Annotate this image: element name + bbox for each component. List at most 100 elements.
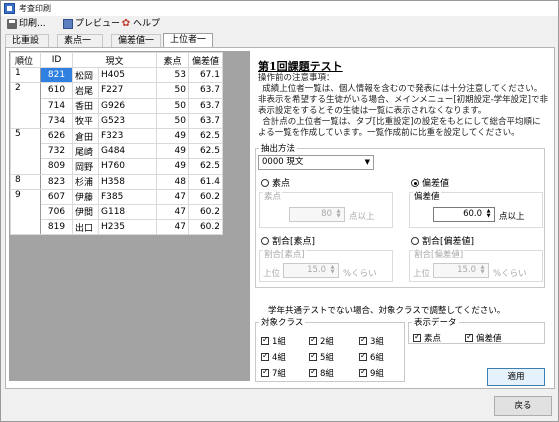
cell-name: 出口: [72, 219, 99, 236]
ratio-score-value: 15.0: [307, 265, 326, 275]
checkbox-class-1[interactable]: 1組: [261, 335, 286, 347]
table-row[interactable]: 1 821 松岡 H405 53 67.1: [10, 67, 223, 84]
ratio-deviation-input[interactable]: 15.0 ▲ ▼: [433, 263, 489, 278]
cell-subject: H235: [98, 219, 157, 236]
table-row[interactable]: 809 岡野 H760 49 62.5: [11, 158, 223, 175]
col-deviation[interactable]: 偏差値: [188, 51, 223, 69]
table-row[interactable]: 2 610 岩尾 F227 50 63.7: [10, 82, 223, 129]
score-threshold-value: 80: [321, 209, 332, 219]
cell-id: 821: [40, 67, 73, 84]
test-title: 第1回課題テスト: [258, 60, 343, 73]
cell-name: 伊藤: [72, 188, 99, 205]
cell-score: 50: [156, 82, 189, 99]
cell-score: 47: [156, 188, 189, 205]
cell-id: 607: [40, 188, 73, 205]
checkbox-class-5[interactable]: 5組: [309, 351, 334, 363]
radio-deviation[interactable]: 偏差値: [411, 176, 449, 189]
checkbox-display-score[interactable]: 素点: [413, 332, 441, 344]
help-icon: ✿: [121, 17, 131, 29]
ratio-deviation-top-label: 上位: [413, 269, 431, 279]
table-row[interactable]: 9 607 伊藤 F385 47 60.2: [10, 188, 223, 236]
radio-ratio-deviation-indicator: [411, 237, 419, 245]
tab-deviation[interactable]: 偏差値一覧: [111, 34, 161, 59]
menu-help[interactable]: ✿ ヘルプ: [121, 17, 160, 31]
cell-rank: 8: [10, 173, 41, 190]
col-rank[interactable]: 順位: [10, 51, 41, 69]
checkbox-class-4[interactable]: 4組: [261, 351, 286, 363]
checkbox-class-8[interactable]: 8組: [309, 367, 334, 379]
checkbox-class-6[interactable]: 6組: [359, 351, 384, 363]
class-6-label: 6組: [370, 353, 384, 363]
checkbox-display-deviation[interactable]: 偏差値: [465, 332, 502, 344]
table-row[interactable]: 734 牧平 G523 50 63.7: [11, 112, 223, 129]
cell-score: 49: [156, 127, 189, 145]
col-score[interactable]: 素点: [156, 51, 189, 69]
checkbox-indicator: [309, 351, 317, 361]
spinner-icon[interactable]: ▲ ▼: [478, 265, 487, 276]
radio-ratio-score-label: 割合[素点]: [272, 237, 316, 247]
ratio-score-input[interactable]: 15.0 ▲ ▼: [283, 263, 339, 278]
cell-id: 626: [40, 127, 73, 145]
radio-score-label: 素点: [272, 179, 291, 189]
table-row[interactable]: 5 626 倉田 F323 49 62.5: [10, 127, 223, 175]
tab-weight[interactable]: 比重設定: [5, 34, 49, 59]
radio-ratio-score[interactable]: 割合[素点]: [261, 234, 315, 247]
col-id[interactable]: ID: [40, 51, 73, 69]
cell-deviation: 63.7: [188, 112, 223, 129]
score-suffix: 点以上: [349, 212, 375, 222]
table-row[interactable]: 8 823 杉浦 H358 48 61.4: [10, 173, 223, 190]
cell-deviation: 62.5: [188, 127, 223, 145]
checkbox-class-7[interactable]: 7組: [261, 367, 286, 379]
app-icon: [4, 3, 15, 14]
table-row[interactable]: 706 伊間 G118 47 60.2: [11, 203, 223, 221]
cell-score: 50: [156, 97, 189, 114]
cell-name: 倉田: [72, 127, 99, 145]
cell-rank: 1: [10, 67, 41, 84]
cell-subject: F227: [98, 82, 157, 99]
ratio-deviation-subgroup-label: 割合[偏差値]: [413, 248, 465, 260]
spinner-icon[interactable]: ▲ ▼: [334, 209, 343, 220]
table-row[interactable]: 732 尾崎 G484 49 62.5: [11, 143, 223, 160]
class-1-label: 1組: [272, 337, 286, 347]
cell-rank: 5: [10, 127, 41, 175]
menu-preview-label: プレビュー: [75, 19, 121, 29]
menu-preview[interactable]: プレビュー: [63, 17, 120, 31]
cell-rank: 2: [10, 82, 41, 129]
instructions-paragraph-1: 成績上位者一覧は、個人情報を含むので発表には十分注意してください。非表示を希望す…: [258, 84, 548, 116]
checkbox-class-3[interactable]: 3組: [359, 335, 384, 347]
back-button[interactable]: 戻る: [494, 396, 552, 416]
cell-id: 610: [40, 82, 73, 99]
extract-method-label: 抽出方法: [259, 142, 298, 154]
table-row[interactable]: 819 出口 H235 47 60.2: [11, 219, 223, 236]
cell-id: 809: [40, 158, 73, 175]
app-window: 考査印刷 印刷... プレビュー ✿ヘルプ 比重設定 素点一覧 偏差値一覧 上位…: [0, 0, 559, 422]
cell-deviation: 61.4: [188, 173, 223, 190]
cell-name: 松岡: [72, 67, 99, 84]
cell-score: 47: [156, 203, 189, 221]
apply-button[interactable]: 適用: [487, 368, 545, 386]
menu-print[interactable]: 印刷...: [7, 17, 46, 31]
cell-score: 50: [156, 112, 189, 129]
score-subgroup-label: 素点: [263, 190, 283, 202]
cell-score: 47: [156, 219, 189, 236]
cell-score: 48: [156, 173, 189, 190]
preview-icon: [63, 18, 73, 29]
subject-select[interactable]: 0000 現文 ▼: [258, 155, 374, 170]
radio-score[interactable]: 素点: [261, 176, 290, 189]
col-subject[interactable]: 現文: [72, 51, 157, 69]
checkbox-class-2[interactable]: 2組: [309, 335, 334, 347]
score-threshold-input[interactable]: 80 ▲ ▼: [289, 207, 345, 222]
deviation-threshold-value: 60.0: [463, 209, 482, 219]
table-row[interactable]: 714 香田 G926 50 63.7: [11, 97, 223, 114]
subject-select-value: 0000 現文: [262, 157, 304, 167]
checkbox-indicator: [261, 351, 269, 361]
cell-score: 53: [156, 67, 189, 84]
radio-ratio-deviation[interactable]: 割合[偏差値]: [411, 234, 474, 247]
spinner-icon[interactable]: ▲ ▼: [328, 265, 337, 276]
tab-top-students[interactable]: 上位者一覧: [163, 33, 213, 58]
spinner-icon[interactable]: ▲ ▼: [484, 209, 493, 220]
deviation-threshold-input[interactable]: 60.0 ▲ ▼: [433, 207, 495, 222]
tab-raw-scores[interactable]: 素点一覧: [57, 34, 103, 59]
cell-name: 牧平: [72, 112, 99, 129]
checkbox-class-9[interactable]: 9組: [359, 367, 384, 379]
